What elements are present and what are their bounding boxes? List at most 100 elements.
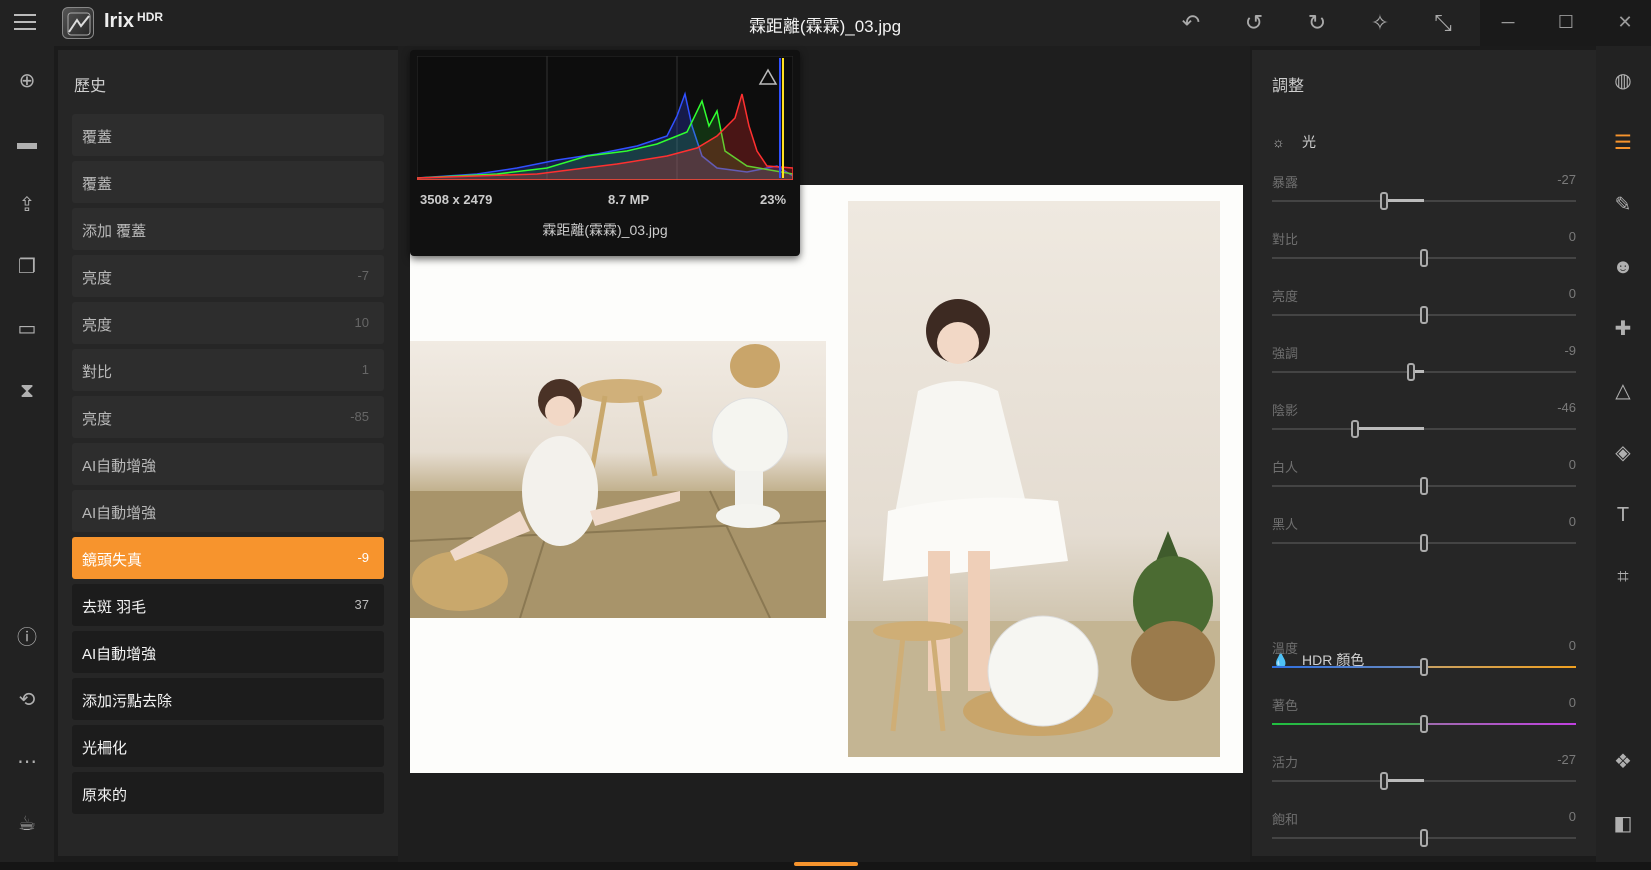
history-icon[interactable]: ⟲ (13, 686, 41, 714)
slider-knob[interactable] (1420, 534, 1428, 552)
slider-knob[interactable] (1406, 363, 1415, 381)
hamburger-menu-icon[interactable] (14, 14, 36, 32)
slider-knob[interactable] (1351, 420, 1359, 438)
slider-fill (1383, 779, 1424, 782)
slider-knob[interactable] (1420, 477, 1428, 495)
redo-icon[interactable]: ↻ (1303, 10, 1331, 36)
add-icon[interactable]: ⊕ (13, 67, 41, 95)
donate-icon[interactable]: ☕ (13, 810, 41, 838)
histogram-graph (417, 56, 793, 180)
light-section-header[interactable]: ☼ 光 (1272, 132, 1316, 152)
slider-light-2[interactable]: 亮度 0 (1270, 286, 1578, 326)
history-item[interactable]: 添加污點去除 (72, 678, 384, 720)
slider-light-1[interactable]: 對比 0 (1270, 229, 1578, 269)
adjust-icon[interactable]: ☰ (1609, 129, 1637, 157)
history-item[interactable]: 覆蓋 (72, 114, 384, 156)
slider-color-2[interactable]: 活力 -27 (1270, 752, 1578, 792)
history-panel: 歷史 覆蓋 覆蓋 添加 覆蓋 亮度 -7 亮度 10 對比 1 亮度 -85 AI自動增強 AI自動增強… (58, 50, 398, 856)
history-item[interactable]: 亮度 -7 (72, 255, 384, 297)
history-item[interactable]: 覆蓋 (72, 161, 384, 203)
face-icon[interactable]: ☻ (1609, 253, 1637, 281)
slider-value: 0 (1568, 457, 1576, 472)
window-icon[interactable]: ▭ (13, 315, 41, 343)
batch-icon[interactable]: ❐ (13, 253, 41, 281)
panel-toggle-handle[interactable] (794, 862, 858, 866)
history-item[interactable]: 原來的 (72, 772, 384, 814)
more-icon[interactable]: ⋯ (13, 748, 41, 776)
slider-track[interactable] (1272, 428, 1576, 430)
app-name: Irix HDR (104, 10, 164, 32)
slider-knob[interactable] (1420, 829, 1428, 847)
slider-knob[interactable] (1420, 658, 1428, 676)
export-icon[interactable]: ⇪ (13, 191, 41, 219)
history-item[interactable]: 光柵化 (72, 725, 384, 767)
slider-track[interactable] (1272, 371, 1576, 373)
slider-label: 飽和 (1272, 812, 1299, 827)
history-item-label: 光柵化 (82, 740, 128, 757)
slider-value: -46 (1557, 400, 1576, 415)
image-megapixels: 8.7 MP (608, 192, 650, 207)
slider-knob[interactable] (1420, 249, 1428, 267)
slider-label: 活力 (1272, 755, 1299, 770)
history-item[interactable]: 去斑 羽毛 37 (72, 584, 384, 626)
slider-light-6[interactable]: 黑人 0 (1270, 514, 1578, 554)
history-item[interactable]: 對比 1 (72, 349, 384, 391)
ai-magic-icon[interactable]: ✧ (1366, 10, 1394, 36)
stack-icon[interactable]: ❖ (1609, 748, 1637, 776)
maximize-button[interactable]: ☐ (1551, 8, 1581, 36)
history-item-value: -85 (350, 409, 369, 424)
history-item[interactable]: AI自動增強 (72, 443, 384, 485)
history-item[interactable]: 亮度 10 (72, 302, 384, 344)
slider-knob[interactable] (1379, 192, 1388, 210)
history-item[interactable]: AI自動增強 (72, 631, 384, 673)
slider-fill (1383, 199, 1424, 202)
slider-fill (1355, 427, 1424, 430)
photo-left (410, 341, 826, 618)
slider-light-0[interactable]: 暴露 -27 (1270, 172, 1578, 212)
slider-knob[interactable] (1420, 306, 1428, 324)
text-icon[interactable]: T (1609, 501, 1637, 529)
layers-icon[interactable]: ◈ (1609, 439, 1637, 467)
history-item-label: AI自動增強 (82, 458, 157, 475)
slider-color-3[interactable]: 飽和 0 (1270, 809, 1578, 849)
slider-light-4[interactable]: 陰影 -46 (1270, 400, 1578, 440)
slider-color-1[interactable]: 著色 0 (1270, 695, 1578, 735)
history-item-label: 亮度 (82, 411, 113, 428)
history-item-value: 10 (354, 315, 369, 330)
compare-icon[interactable]: ⧗ (13, 377, 41, 405)
folder-icon[interactable]: ▬ (13, 129, 41, 157)
slider-value: -9 (1564, 343, 1576, 358)
slider-label: 陰影 (1272, 403, 1299, 418)
structure-icon[interactable]: △ (1609, 377, 1637, 405)
presets-icon[interactable]: ◍ (1609, 67, 1637, 95)
slider-track[interactable] (1272, 200, 1576, 202)
heal-icon[interactable]: ✚ (1609, 315, 1637, 343)
slider-light-3[interactable]: 強調 -9 (1270, 343, 1578, 383)
close-button[interactable]: ✕ (1610, 8, 1640, 36)
history-item-label: 原來的 (82, 787, 128, 804)
history-item-label: 添加污點去除 (82, 693, 173, 710)
history-item-label: 鏡頭失真 (82, 552, 143, 569)
slider-label: 暴露 (1272, 175, 1299, 190)
left-toolbar: ⊕ ▬ ⇪ ❐ ▭ ⧗ ⓘ ⟲ ⋯ ☕ (0, 46, 54, 862)
undo-all-icon[interactable]: ↶ (1177, 10, 1205, 36)
minimize-button[interactable]: ─ (1493, 8, 1523, 36)
slider-track[interactable] (1272, 780, 1576, 782)
split-view-icon[interactable]: ◧ (1609, 810, 1637, 838)
slider-color-0[interactable]: 溫度 0 (1270, 638, 1578, 678)
history-item[interactable]: 添加 覆蓋 (72, 208, 384, 250)
history-item[interactable]: 亮度 -85 (72, 396, 384, 438)
slider-value: 0 (1568, 695, 1576, 710)
info-icon[interactable]: ⓘ (13, 624, 41, 652)
history-item[interactable]: 鏡頭失真 -9 (72, 537, 384, 579)
crop-icon[interactable]: ⌗ (1609, 563, 1637, 591)
slider-label: 對比 (1272, 232, 1299, 247)
history-item[interactable]: AI自動增強 (72, 490, 384, 532)
slider-knob[interactable] (1420, 715, 1428, 733)
collapse-icon[interactable]: ⤡ (1429, 10, 1457, 36)
undo-icon[interactable]: ↺ (1240, 10, 1268, 36)
slider-knob[interactable] (1379, 772, 1388, 790)
history-item-value: -9 (357, 550, 369, 565)
brush-icon[interactable]: ✎ (1609, 191, 1637, 219)
slider-light-5[interactable]: 白人 0 (1270, 457, 1578, 497)
